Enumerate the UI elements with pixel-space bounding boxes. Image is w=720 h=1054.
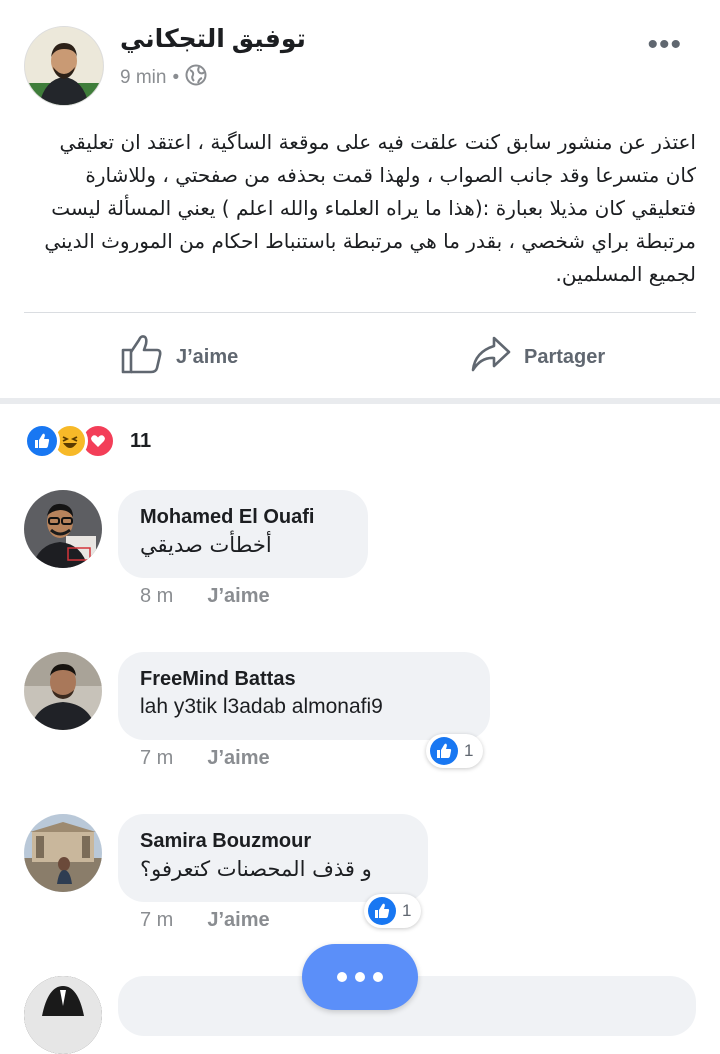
comment-reaction-count: 1 <box>402 901 412 920</box>
commenter-name[interactable]: Mohamed El Ouafi <box>140 504 346 530</box>
comment-text: lah y3tik l3adab almonafi9 <box>140 695 383 718</box>
share-arrow-icon <box>470 334 512 380</box>
meta-separator: • <box>172 67 180 88</box>
comment-bubble[interactable]: Mohamed El Ouafi أخطأت صديقي <box>118 490 368 578</box>
dot <box>355 972 365 982</box>
comment-actions: 7 m J’aime <box>140 747 270 770</box>
commenter-avatar[interactable] <box>24 652 102 730</box>
comment-bubble[interactable]: Samira Bouzmour و قذف المحصنات كتعرفو؟ <box>118 814 428 902</box>
post-text: اعتذر عن منشور سابق كنت علقت فيه على موق… <box>44 130 696 286</box>
reactions-summary[interactable]: 11 <box>24 422 151 460</box>
share-button[interactable]: Partager <box>470 332 605 382</box>
commenter-avatar[interactable] <box>24 814 102 892</box>
like-icon <box>430 737 458 765</box>
like-label: J’aime <box>176 345 239 368</box>
globe-icon <box>185 64 207 92</box>
like-button[interactable]: J’aime <box>120 332 238 382</box>
like-icon <box>368 897 396 925</box>
comment-text: أخطأت صديقي <box>140 533 272 557</box>
commenter-avatar[interactable] <box>24 490 102 568</box>
more-comments-button[interactable] <box>302 944 418 1010</box>
comment-time: 7 m <box>140 909 174 931</box>
commenter-name[interactable]: FreeMind Battas <box>140 666 468 692</box>
comment-actions: 8 m J’aime <box>140 585 270 608</box>
share-label: Partager <box>524 345 606 368</box>
more-dots-icon[interactable]: ••• <box>647 28 682 62</box>
like-icon <box>24 423 60 459</box>
comment-reaction-count: 1 <box>464 741 474 760</box>
comment-actions: 7 m J’aime <box>140 909 270 932</box>
comment-time: 7 m <box>140 747 174 769</box>
post-meta: 9 min • <box>120 64 207 92</box>
commenter-avatar[interactable] <box>24 976 102 1054</box>
thumbs-up-icon <box>120 333 164 381</box>
comment-text: و قذف المحصنات كتعرفو؟ <box>140 857 372 881</box>
section-separator <box>0 398 720 404</box>
comment-reaction-badge[interactable]: 1 <box>426 734 484 768</box>
post-divider <box>24 312 696 313</box>
post-author-name[interactable]: توفيق التجكاني <box>120 24 306 54</box>
post-header: توفيق التجكاني 9 min • ••• <box>0 0 720 110</box>
author-avatar[interactable] <box>24 26 104 106</box>
dot <box>337 972 347 982</box>
comment-time: 8 m <box>140 585 174 607</box>
dot <box>373 972 383 982</box>
comment-bubble[interactable]: FreeMind Battas lah y3tik l3adab almonaf… <box>118 652 490 740</box>
post-time[interactable]: 9 min <box>120 67 166 89</box>
comment-like-button[interactable]: J’aime <box>207 747 269 770</box>
comment-reaction-badge[interactable]: 1 <box>364 894 422 928</box>
commenter-name[interactable]: Samira Bouzmour <box>140 828 406 854</box>
reactions-count: 11 <box>130 429 152 452</box>
comment-like-button[interactable]: J’aime <box>207 585 269 608</box>
comment-like-button[interactable]: J’aime <box>207 909 269 932</box>
